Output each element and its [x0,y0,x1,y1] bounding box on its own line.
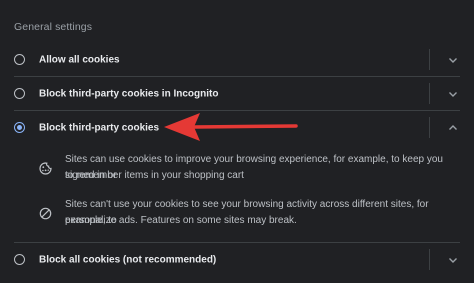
option-label: Block all cookies (not recommended) [39,254,217,265]
option-label: Block third-party cookies [39,122,160,133]
divider [429,83,430,104]
option-label: Block third-party cookies in Incognito [39,88,219,99]
divider [429,49,430,70]
divider [429,117,430,138]
chevron-down-icon[interactable] [446,253,460,267]
chevron-down-icon[interactable] [446,87,460,101]
radio-allow-all-cookies[interactable] [14,53,25,65]
option-allow-all-cookies[interactable]: Allow all cookies [0,43,474,76]
radio-block-third-party-incognito[interactable] [14,87,25,99]
annotation-arrow [164,110,300,144]
chevron-up-icon[interactable] [446,121,460,135]
cookie-settings-page: General settings Allow all cookies Block… [0,0,474,283]
block-icon [39,207,52,220]
option-block-all-cookies[interactable]: Block all cookies (not recommended) [0,243,474,276]
option-block-third-party-incognito[interactable]: Block third-party cookies in Incognito [0,77,474,110]
chevron-down-icon[interactable] [446,53,460,67]
cookie-icon [39,162,52,175]
section-title: General settings [14,21,93,33]
radio-block-third-party-cookies[interactable] [14,121,25,133]
divider [429,249,430,270]
detail-text-line: to remember items in your shopping cart [65,170,244,181]
option-label: Allow all cookies [39,54,120,65]
radio-block-all-cookies[interactable] [14,253,25,265]
detail-text-line: personalize ads. Features on some sites … [65,215,297,226]
